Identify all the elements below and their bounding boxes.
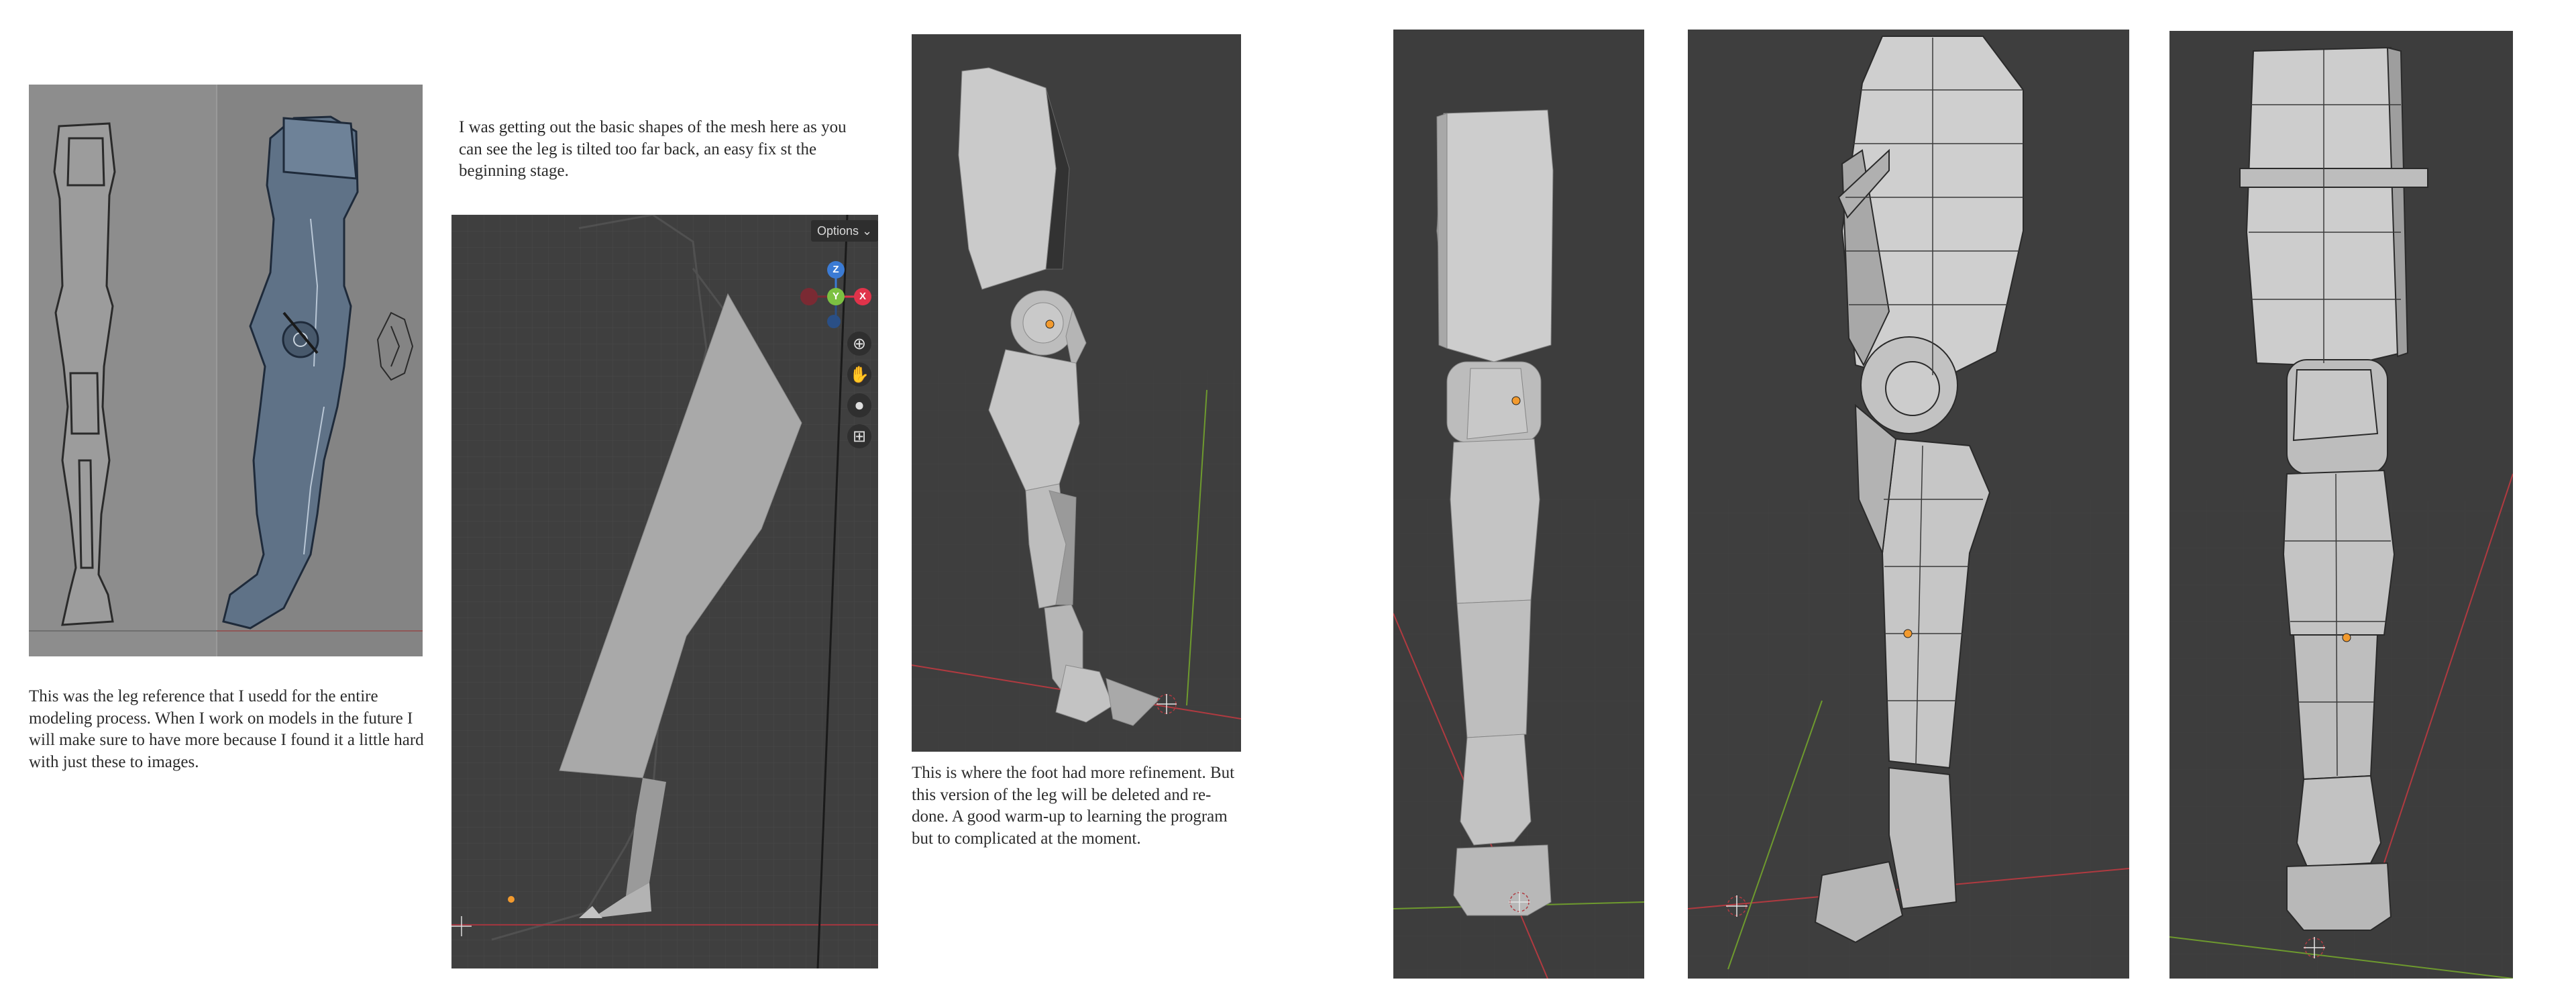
zoom-icon[interactable]: ⊕ bbox=[847, 332, 871, 356]
basic-shapes-caption: I was getting out the basic shapes of th… bbox=[459, 118, 847, 180]
front-wireframe-mesh bbox=[2169, 31, 2513, 979]
hand-pan-icon[interactable]: ✋ bbox=[847, 362, 871, 387]
foot-refinement-caption: This is where the foot had more refineme… bbox=[912, 764, 1235, 848]
basic-shapes-viewport: Options ⌄ Z Y X ⊕ ✋ ⏺ ⊞ bbox=[451, 215, 878, 968]
gizmo-y-axis[interactable]: Y bbox=[827, 288, 845, 305]
gizmo-neg-x-axis[interactable] bbox=[800, 288, 818, 305]
gizmo-neg-z-axis[interactable] bbox=[827, 315, 841, 328]
reference-image bbox=[29, 85, 423, 656]
gizmo-x-axis[interactable]: X bbox=[854, 288, 871, 305]
foot-refinement-viewport bbox=[912, 34, 1241, 752]
foot-refinement-render bbox=[912, 34, 1241, 752]
front-view-render bbox=[1393, 30, 1644, 979]
navigation-gizmo[interactable]: Z Y X bbox=[787, 244, 874, 332]
camera-icon[interactable]: ⏺ bbox=[847, 393, 871, 417]
front-wireframe-render bbox=[2169, 31, 2513, 979]
grid-icon[interactable]: ⊞ bbox=[847, 424, 871, 448]
gizmo-z-axis[interactable]: Z bbox=[827, 261, 845, 279]
front-view-mesh bbox=[1393, 30, 1644, 979]
reference-image-panel bbox=[29, 85, 423, 656]
side-wireframe-render bbox=[1688, 30, 2129, 979]
reference-caption: This was the leg reference that I usedd … bbox=[29, 687, 424, 771]
options-button[interactable]: Options ⌄ bbox=[811, 220, 878, 242]
side-wireframe-mesh bbox=[1688, 30, 2129, 979]
